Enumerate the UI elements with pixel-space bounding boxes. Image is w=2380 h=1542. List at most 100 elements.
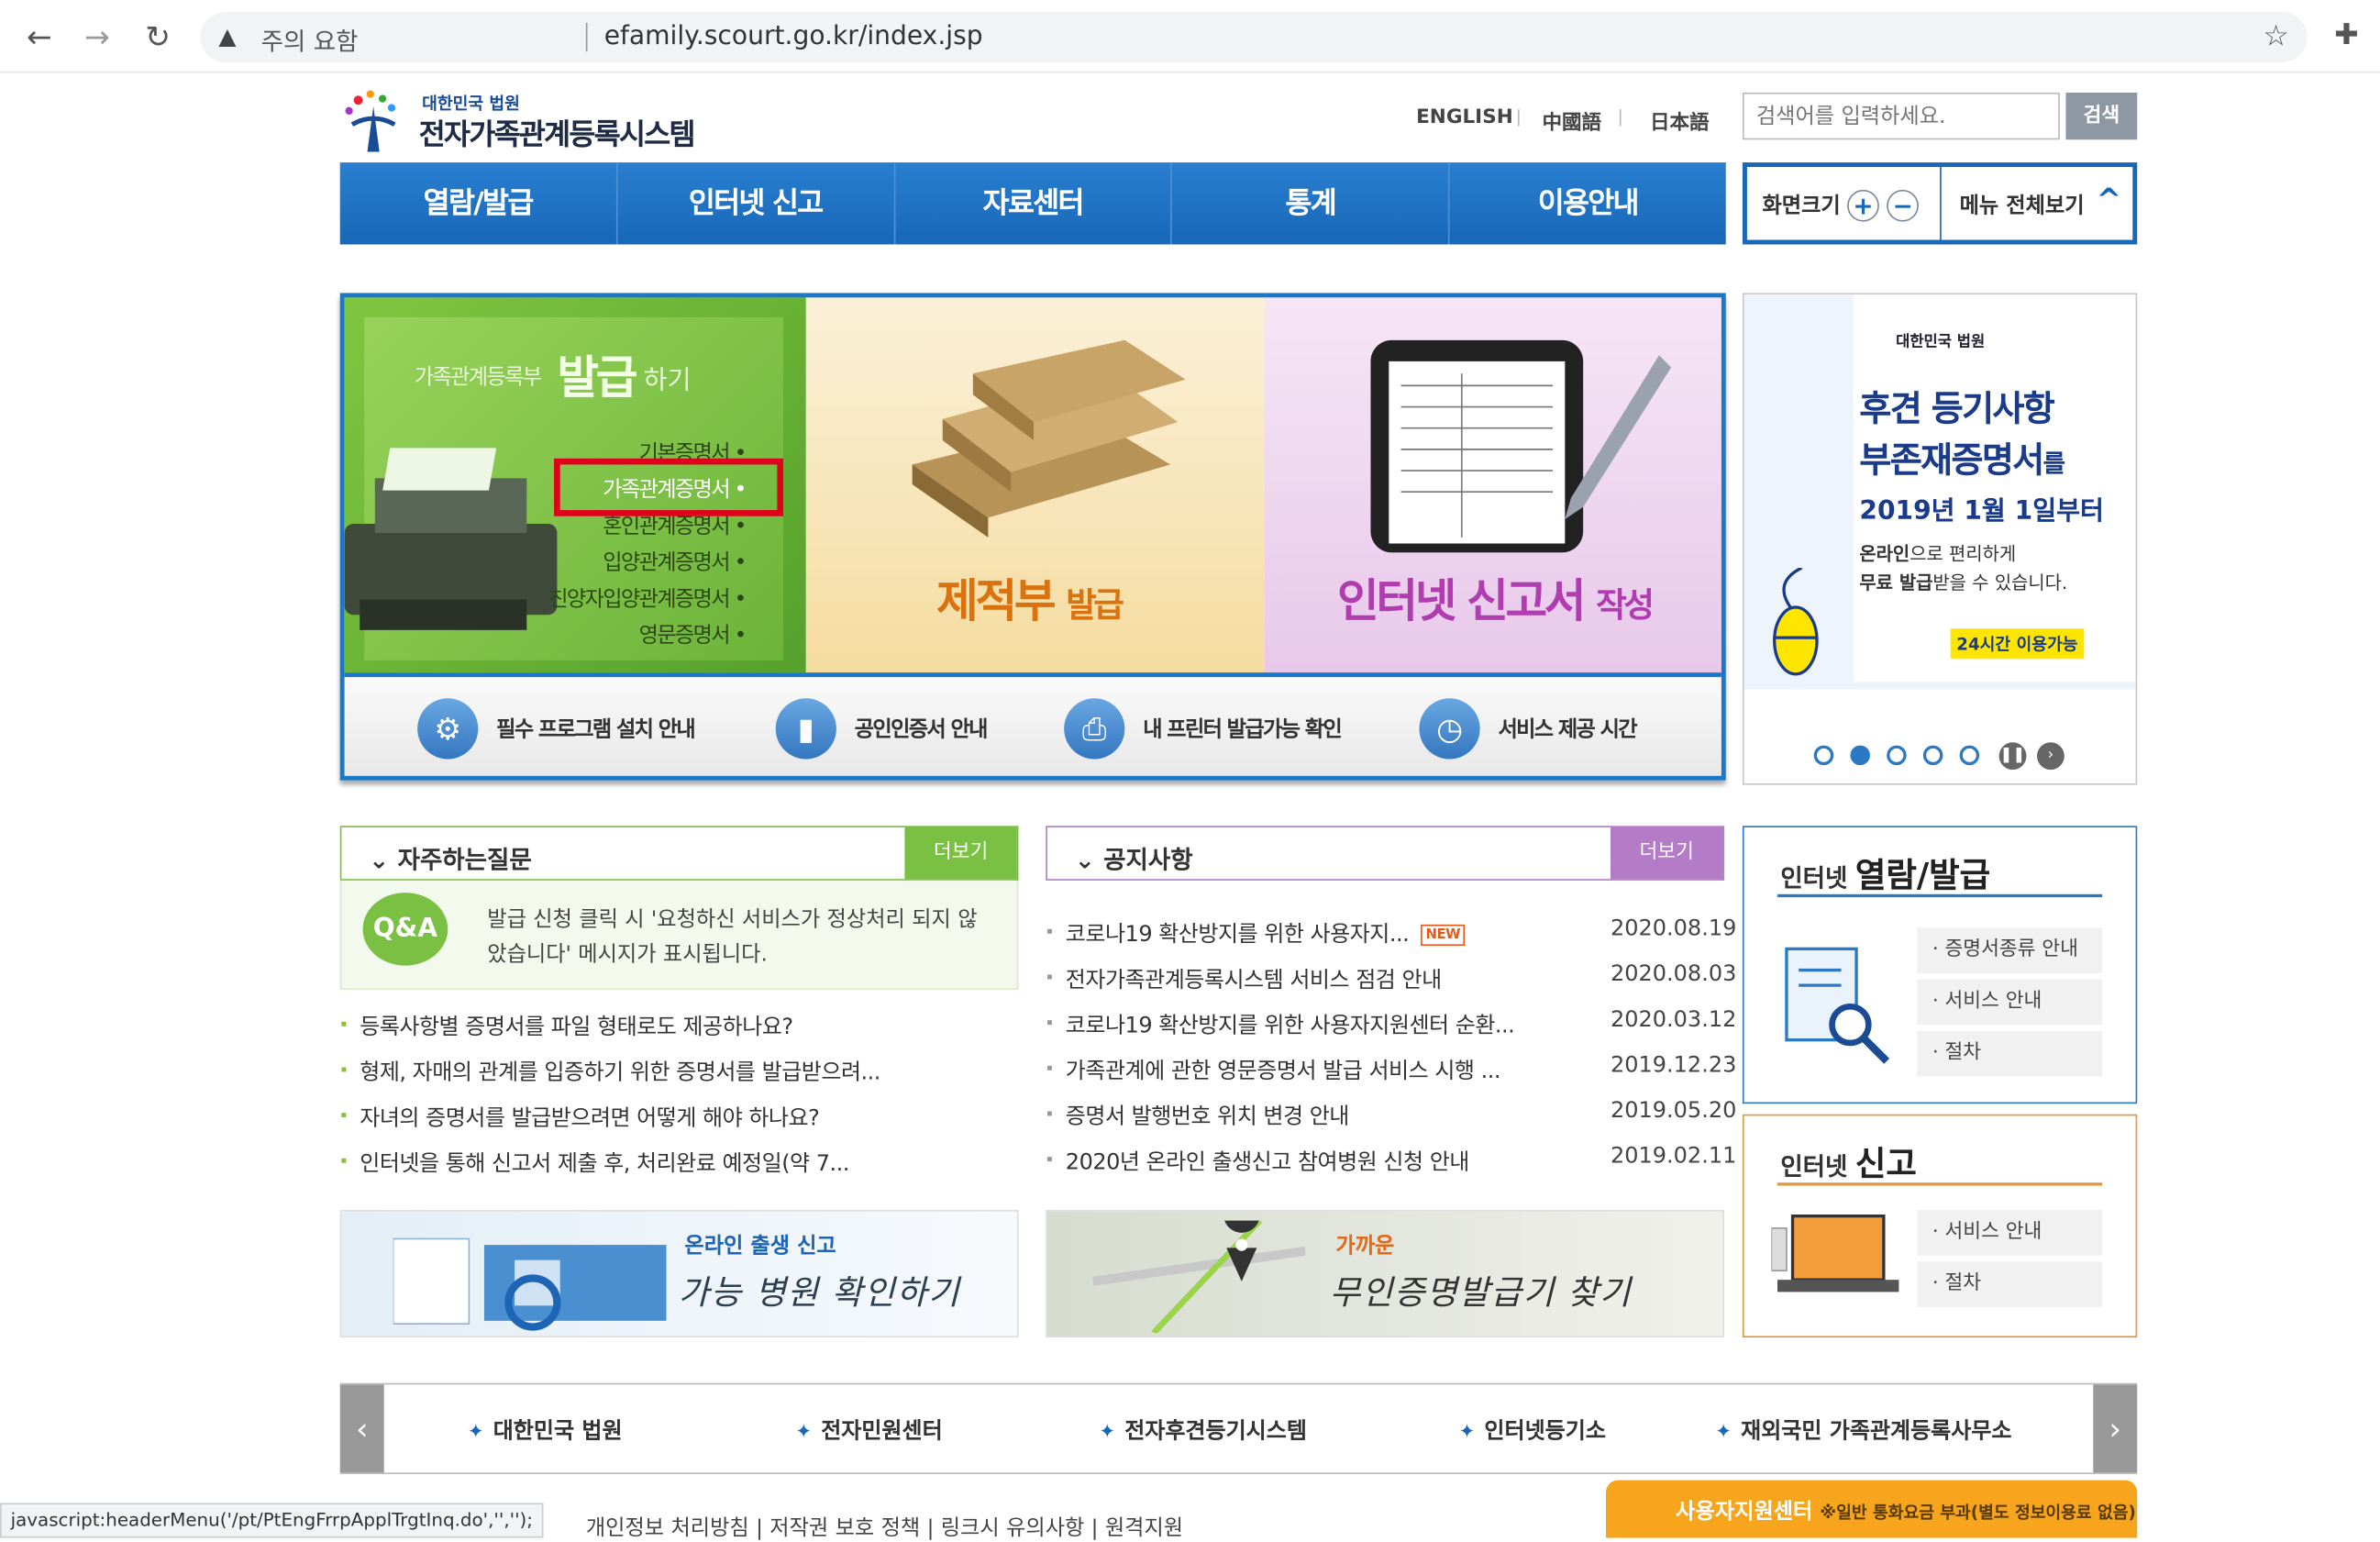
gear-icon: ⚙	[417, 698, 479, 760]
notice-item[interactable]: 코로나19 확산방지를 위한 사용자지... NEW	[1046, 917, 1466, 949]
next-slide-icon[interactable]: ›	[2037, 742, 2065, 771]
rbox1-service-guide-link[interactable]: · 서비스 안내	[1917, 979, 2103, 1026]
program-install-guide-label: 필수 프로그램 설치 안내	[496, 717, 696, 743]
slide-dot-2[interactable]	[1850, 745, 1870, 766]
slide-dot-3[interactable]	[1887, 745, 1907, 766]
site-guardianship-link[interactable]: 전자후견등기시스템	[1099, 1414, 1307, 1446]
internet-report-title-small: 작성	[1596, 587, 1655, 626]
removed-register-title-small: 발급	[1066, 587, 1124, 626]
logo-title[interactable]: 전자가족관계등록시스템	[419, 112, 696, 153]
lang-japanese-link[interactable]: 日本語	[1650, 106, 1710, 135]
cert-full-adoption-link[interactable]: 친양자입양관계증명서 •	[548, 583, 747, 614]
site-overseas-link[interactable]: 재외국민 가족관계등록사무소	[1715, 1414, 2011, 1446]
slide-dot-1[interactable]	[1813, 745, 1834, 766]
security-warning-text[interactable]: 주의 요함	[261, 21, 359, 58]
chevron-up-icon[interactable]: ^	[2097, 181, 2122, 217]
notice-item[interactable]: 증명서 발행번호 위치 변경 안내	[1046, 1099, 1349, 1131]
pause-icon[interactable]: ❚❚	[1998, 742, 2027, 771]
back-arrow-icon[interactable]: ←	[21, 18, 58, 55]
birth-report-hospital-banner[interactable]: 온라인 출생 신고 가능 병원 확인하기	[339, 1210, 1019, 1338]
slide-dot-4[interactable]	[1922, 745, 1943, 766]
banner1-small: 온라인 출생 신고	[684, 1234, 836, 1259]
chevron-left-icon[interactable]: ‹	[339, 1384, 384, 1473]
removed-register-panel[interactable]: 제적부 발급	[805, 297, 1265, 673]
lang-chinese-link[interactable]: 中國語	[1542, 106, 1601, 135]
notice-title-text: 공지사항	[1103, 845, 1193, 875]
url-text[interactable]: efamily.scourt.go.kr/index.jsp	[604, 21, 983, 51]
printer-icon	[344, 448, 558, 630]
notice-item[interactable]: 2020년 온라인 출생신고 참여병원 신청 안내	[1046, 1145, 1469, 1177]
footer-links[interactable]: 개인정보 처리방침 | 저작권 보호 정책 | 링크시 유의사항 | 원격지원	[586, 1512, 1183, 1542]
rbox2-service-guide-link[interactable]: · 서비스 안내	[1917, 1210, 2103, 1256]
cert-adoption-link[interactable]: 입양관계증명서 •	[603, 547, 747, 577]
notice-item[interactable]: 코로나19 확산방지를 위한 사용자지원센터 순환...	[1046, 1008, 1515, 1040]
court-logo-icon[interactable]	[337, 85, 413, 155]
internet-report-title: 인터넷 신고서 작성	[1337, 563, 1655, 630]
forward-arrow-icon[interactable]: →	[79, 18, 116, 55]
site-registry-link[interactable]: 인터넷등기소	[1458, 1414, 1605, 1446]
rbox2-procedure-link[interactable]: · 절차	[1917, 1261, 2103, 1307]
address-bar[interactable]: ▲ 주의 요함 efamily.scourt.go.kr/index.jsp ☆	[200, 12, 2308, 62]
warning-triangle-icon[interactable]: ▲	[218, 23, 236, 50]
faq-item[interactable]: 자녀의 증명서를 발급받으려면 어떻게 해야 하나요?	[341, 1101, 820, 1133]
faq-title-text: 자주하는질문	[397, 845, 532, 875]
printer-icon: ⎙	[1064, 698, 1125, 760]
bookmark-star-icon[interactable]: ☆	[2264, 20, 2289, 53]
rbox1-procedure-link[interactable]: · 절차	[1917, 1030, 2103, 1077]
cert-english-link[interactable]: 영문증명서 •	[639, 619, 747, 649]
extensions-puzzle-icon[interactable]: ✚	[2334, 18, 2358, 51]
rbox2-underline	[1777, 1182, 2103, 1186]
side-banner-desc2-rest: 받을 수 있습니다.	[1932, 571, 2068, 594]
zoom-in-icon[interactable]: +	[1847, 189, 1879, 222]
main-navigation: 열람/발급 인터넷 신고 자료센터 통계 이용안내	[339, 162, 1726, 245]
old-books-icon	[912, 339, 1186, 538]
issue-certificate-panel[interactable]: 가족관계등록부 발급 하기 기본증명서 • 가족관계증명서 • 혼인관계증명서 …	[344, 297, 806, 673]
faq-featured-text[interactable]: 발급 신청 클릭 시 '요청하신 서비스가 정상처리 되지 않았습니다' 메시지…	[487, 904, 994, 973]
service-hours-label: 서비스 제공 시간	[1498, 717, 1637, 743]
gnb-view-issue[interactable]: 열람/발급	[340, 162, 618, 245]
main-visual-banner: 가족관계등록부 발급 하기 기본증명서 • 가족관계증명서 • 혼인관계증명서 …	[339, 293, 1726, 781]
side-banner-line2: 부존재증명서를	[1859, 431, 2065, 483]
faq-item[interactable]: 형제, 자매의 관계를 입증하기 위한 증명서를 발급받으려...	[341, 1055, 880, 1087]
side-promo-banner[interactable]: 대한민국 법원 후견 등기사항 부존재증명서를 2019년 1월 1일부터 온라…	[1742, 293, 2138, 785]
lang-divider	[1619, 109, 1622, 127]
gnb-usage-guide[interactable]: 이용안내	[1450, 162, 1726, 244]
all-menu-button[interactable]: 메뉴 전체보기	[1960, 190, 2085, 220]
search-input[interactable]	[1742, 92, 2060, 140]
faq-item[interactable]: 등록사항별 증명서를 파일 형태로도 제공하나요?	[341, 1010, 793, 1042]
notice-date: 2019.12.23	[1610, 1053, 1737, 1079]
rbox1-cert-types-link[interactable]: · 증명서종류 안내	[1917, 927, 2103, 973]
faq-item[interactable]: 인터넷을 통해 신고서 제출 후, 처리완료 예정일(약 7...	[341, 1147, 849, 1179]
hospital-building-icon	[393, 1237, 667, 1331]
faq-featured[interactable]: Q&A 발급 신청 클릭 시 '요청하신 서비스가 정상처리 되지 않았습니다'…	[339, 880, 1019, 991]
zoom-label: 화면크기	[1762, 194, 1841, 219]
notice-more-button[interactable]: 더보기	[1610, 826, 1723, 880]
lang-english-link[interactable]: ENGLISH	[1416, 106, 1513, 129]
certificate-guide-label: 공인인증서 안내	[854, 717, 989, 743]
notice-item[interactable]: 전자가족관계등록시스템 서비스 점검 안내	[1046, 962, 1442, 994]
gnb-statistics[interactable]: 통계	[1172, 162, 1450, 245]
rbox2-title-small: 인터넷	[1780, 1152, 1848, 1181]
internet-report-panel[interactable]: 인터넷 신고서 작성	[1264, 297, 1721, 673]
kiosk-finder-banner[interactable]: 가까운 무인증명발급기 찾기	[1046, 1210, 1725, 1338]
notice-title[interactable]: ⌄ 공지사항	[1075, 839, 1193, 876]
chevron-right-icon[interactable]: ›	[2093, 1384, 2138, 1473]
site-e-civil-link[interactable]: 전자민원센터	[795, 1414, 942, 1446]
gnb-data-center[interactable]: 자료센터	[895, 162, 1173, 245]
reload-icon[interactable]: ↻	[139, 18, 176, 55]
support-center-banner[interactable]: 사용자지원센터 ※일반 통화요금 부과(별도 정보이용료 없음)	[1605, 1480, 2138, 1538]
notice-item[interactable]: 가족관계에 관한 영문증명서 발급 서비스 시행 ...	[1046, 1054, 1501, 1086]
gnb-internet-report[interactable]: 인터넷 신고	[617, 162, 895, 245]
slide-dot-5[interactable]	[1959, 745, 1980, 766]
address-separator	[585, 22, 588, 52]
faq-title[interactable]: ⌄ 자주하는질문	[369, 839, 532, 876]
zoom-out-icon[interactable]: −	[1887, 189, 1919, 222]
internet-report-title-big: 인터넷 신고서	[1337, 575, 1586, 629]
internet-report-box: 인터넷 신고 · 서비스 안내 · 절차	[1742, 1114, 2138, 1338]
side-banner-24h-badge: 24시간 이용가능	[1950, 628, 2085, 660]
search-button[interactable]: 검색	[2065, 92, 2138, 140]
side-banner-line2-suffix: 를	[2042, 449, 2065, 479]
new-badge: NEW	[1421, 924, 1466, 947]
faq-more-button[interactable]: 더보기	[904, 826, 1017, 880]
site-supreme-court-link[interactable]: 대한민국 법원	[468, 1414, 623, 1446]
